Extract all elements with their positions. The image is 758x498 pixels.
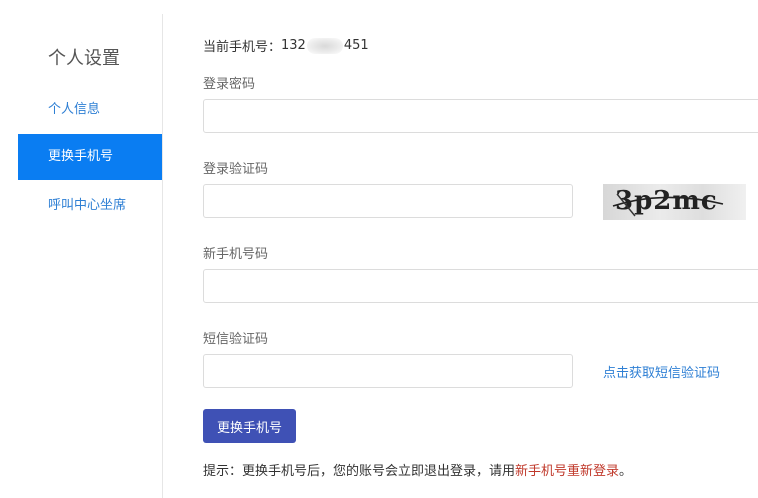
- sidebar: 个人设置 个人信息 更换手机号 呼叫中心坐席: [18, 0, 162, 498]
- captcha-image[interactable]: 3p2mc: [603, 184, 746, 220]
- tip-prefix: 提示：更换手机号后，您的账号会立即退出登录，请用: [203, 464, 516, 479]
- tip-text: 提示：更换手机号后，您的账号会立即退出登录，请用新手机号重新登录。: [203, 460, 632, 479]
- sms-code-label: 短信验证码: [203, 332, 269, 347]
- login-password-label: 登录密码: [203, 77, 256, 92]
- change-phone-button[interactable]: 更换手机号: [203, 409, 296, 443]
- sms-code-input[interactable]: [203, 354, 573, 388]
- login-captcha-input[interactable]: [203, 184, 573, 218]
- current-phone: 当前手机号： 132 451: [203, 36, 369, 55]
- current-phone-label: 当前手机号：: [203, 40, 282, 55]
- new-phone-input[interactable]: [203, 269, 758, 303]
- login-captcha-label: 登录验证码: [203, 162, 269, 177]
- current-phone-suffix: 451: [343, 38, 369, 53]
- new-phone-label: 新手机号码: [203, 247, 269, 262]
- sidebar-divider: [162, 14, 163, 498]
- login-password-input[interactable]: [203, 99, 758, 133]
- tip-suffix: 。: [619, 464, 633, 479]
- tip-highlight: 新手机号重新登录: [515, 464, 620, 479]
- phone-mask: [306, 37, 343, 54]
- settings-page: 个人设置 个人信息 更换手机号 呼叫中心坐席 当前手机号： 132 451 登录…: [0, 0, 758, 498]
- current-phone-prefix: 132: [281, 38, 306, 53]
- captcha-noise-lines: [612, 193, 724, 217]
- sidebar-item-call-center-seat[interactable]: 呼叫中心坐席: [18, 183, 162, 229]
- sidebar-item-change-phone[interactable]: 更换手机号: [18, 134, 162, 180]
- sidebar-item-personal-info[interactable]: 个人信息: [18, 87, 162, 133]
- get-sms-code-link[interactable]: 点击获取短信验证码: [603, 362, 720, 381]
- sidebar-title: 个人设置: [48, 48, 120, 69]
